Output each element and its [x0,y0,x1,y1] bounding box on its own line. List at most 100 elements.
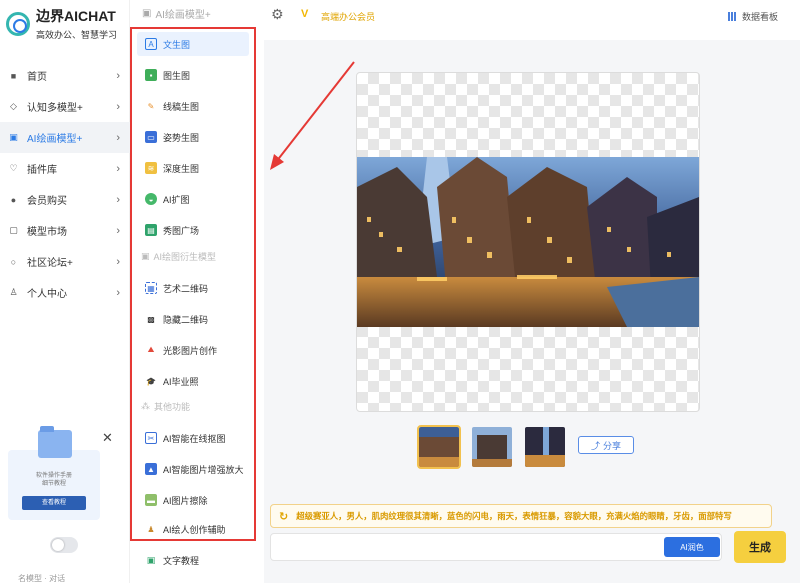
chevron-right-icon: › [116,131,120,144]
nav-item-membership[interactable]: ● 会员购买 › [0,184,130,215]
generated-image[interactable] [357,157,699,327]
submenu-item-light-shadow[interactable]: ⛰ 光影图片创作 [137,338,249,362]
nav-item-profile[interactable]: ♙ 个人中心 › [0,277,130,308]
chevron-right-icon: › [116,69,120,82]
nav-item-label: 首页 [27,72,47,83]
submenu-item-portrait-assist[interactable]: ♟ AI绘人创作辅助 [137,517,249,541]
nav-item-label: 个人中心 [27,289,67,300]
submenu-item-label: 艺术二维码 [163,283,209,294]
nav-item-home[interactable]: ■ 首页 › [0,60,130,91]
submenu-item-outpaint[interactable]: ◒ AI扩图 [137,187,249,211]
vip-icon: V [301,8,309,20]
chevron-right-icon: › [116,193,120,206]
qrcode-icon: ▩ [147,314,155,324]
submenu-item-label: 深度生图 [163,163,200,174]
top-bar: ⚙ V 高端办公会员 数据看板 [257,0,800,28]
submenu-item-graduation[interactable]: 🎓 AI毕业照 [137,369,249,393]
submenu-item-label: AI智能图片增强放大 [163,464,244,475]
submenu-item-text-tutorial[interactable]: ▣ 文字教程 [137,548,249,572]
paint-icon: ▣ [141,251,150,261]
gallery-icon: ▤ [145,224,157,236]
submenu-section-label: 其他功能 [154,402,191,412]
chevron-right-icon: › [116,100,120,113]
prompt-input[interactable] [270,533,722,561]
graduation-cap-icon: 🎓 [146,376,156,386]
submenu-item-gallery[interactable]: ▤ 秀图广场 [137,218,249,242]
nav-item-ai-painting[interactable]: ▣ AI绘画模型+ › [0,122,130,153]
prompt-text: 超级赛亚人，男人，肌肉纹理很其清晰，蓝色的闪电，雨天，表情狂暴，容貌大眼，充满火… [296,511,732,521]
nav-list: ■ 首页 › ◇ 认知多模型+ › ▣ AI绘画模型+ › ♡ 插件库 › ● … [0,60,130,308]
scissors-icon: ✂ [145,432,157,444]
submenu-item-depth[interactable]: ≋ 深度生图 [137,156,249,180]
paint-icon: ▣ [9,132,18,142]
submenu-item-label: 光影图片创作 [163,345,218,356]
share-icon: ⤴ [590,440,600,451]
nav-item-label: AI绘画模型+ [27,134,83,145]
submenu-item-label: 图生图 [163,70,191,81]
brand-subtitle: 高效办公、智慧学习 [36,30,118,40]
thumbnail-2[interactable] [472,427,512,467]
thumbnail-1[interactable] [417,425,461,469]
submenu-item-cutout[interactable]: ✂ AI智能在线抠图 [137,426,249,450]
nav-item-label: 社区论坛+ [27,258,73,269]
theme-toggle[interactable] [50,537,78,553]
nav-item-label: 会员购买 [27,196,67,207]
share-button[interactable]: ⤴ 分享 [578,436,634,454]
enhance-icon: ▲ [145,463,157,475]
nav-item-model-market[interactable]: ▢ 模型市场 › [0,215,130,246]
nav-item-cognitive-models[interactable]: ◇ 认知多模型+ › [0,91,130,122]
dashboard-link[interactable]: 数据看板 [727,10,778,23]
refresh-icon[interactable]: ↻ [279,510,288,523]
view-tutorial-button[interactable]: 查看教程 [22,496,86,510]
submenu-item-pose[interactable]: ▭ 姿势生图 [137,125,249,149]
chevron-right-icon: › [116,162,120,175]
pen-icon: ✎ [147,101,155,111]
qrcode-icon: ▦ [145,282,157,294]
submenu-item-erase[interactable]: ▬ AI图片擦除 [137,488,249,512]
nav-item-label: 认知多模型+ [27,103,83,114]
tutorial-promo-card: 软件操作手册 细节教程 查看教程 [8,426,100,520]
eraser-icon: ▬ [145,494,157,506]
submenu-section-label: AI绘图衍生模型 [153,252,217,262]
generate-button[interactable]: 生成 [734,531,786,563]
submenu-item-label: AI图片擦除 [163,495,208,506]
cube-icon: ◇ [10,101,17,111]
submenu-item-label: AI智能在线抠图 [163,433,226,444]
bar-chart-icon [727,12,737,21]
plugin-icon: ♡ [9,163,18,173]
submenu-section-derivative: ▣ AI绘图衍生模型 [141,250,216,263]
nav-item-plugins[interactable]: ♡ 插件库 › [0,153,130,184]
brand[interactable]: 边界AICHAT 高效办公、智慧学习 [6,6,117,41]
grid-icon: ⁂ [141,401,150,411]
prompt-suggestion[interactable]: ↻ 超级赛亚人，男人，肌肉纹理很其清晰，蓝色的闪电，雨天，表情狂暴，容貌大眼，充… [270,504,772,528]
submenu-item-art-qrcode[interactable]: ▦ 艺术二维码 [137,276,249,300]
promo-text-2: 细节教程 [41,481,66,487]
image-icon: ▪ [145,69,157,81]
submenu-item-enhance[interactable]: ▲ AI智能图片增强放大 [137,457,249,481]
paint-icon: ▣ [142,8,152,19]
submenu-item-text-to-image[interactable]: A 文生图 [137,32,249,56]
text-image-icon: A [145,38,157,50]
chevron-right-icon: › [116,286,120,299]
submenu-item-lineart[interactable]: ✎ 线稿生图 [137,94,249,118]
home-icon: ■ [10,70,17,81]
logo-icon [6,11,30,36]
gear-icon[interactable]: ⚙ [271,6,284,23]
share-label: 分享 [603,440,622,451]
vip-link[interactable]: 高端办公会员 [321,10,375,23]
ai-polish-button[interactable]: AI润色 [664,537,720,557]
submenu-item-image-to-image[interactable]: ▪ 图生图 [137,63,249,87]
thumbnail-strip [417,425,578,469]
thumbnail-3[interactable] [525,427,565,467]
close-icon[interactable]: ✕ [102,430,113,446]
submenu-item-label: AI毕业照 [163,376,199,387]
person-icon: ♙ [9,287,18,297]
submenu-section-other: ⁂ 其他功能 [141,400,190,413]
chevron-right-icon: › [116,255,120,268]
nav-item-community[interactable]: ○ 社区论坛+ › [0,246,130,277]
submenu-item-label: 隐藏二维码 [163,314,209,325]
promo-text-1: 软件操作手册 [35,473,72,479]
submenu-item-label: 秀图广场 [163,225,200,236]
expand-icon: ◒ [145,193,157,205]
submenu-item-hidden-qrcode[interactable]: ▩ 隐藏二维码 [137,307,249,331]
